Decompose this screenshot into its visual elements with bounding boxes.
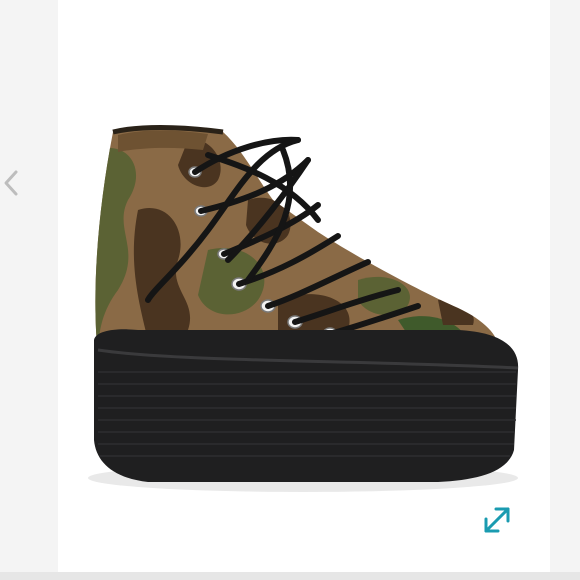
platform-sole: [94, 329, 519, 482]
right-gutter: [550, 0, 580, 572]
chevron-left-icon: [4, 170, 18, 196]
expand-button[interactable]: [479, 502, 515, 538]
product-image: [88, 125, 519, 492]
bottom-divider: [0, 572, 580, 580]
expand-arrows-icon: [484, 507, 510, 533]
left-gutter: [0, 0, 58, 572]
previous-image-button[interactable]: [0, 168, 24, 198]
